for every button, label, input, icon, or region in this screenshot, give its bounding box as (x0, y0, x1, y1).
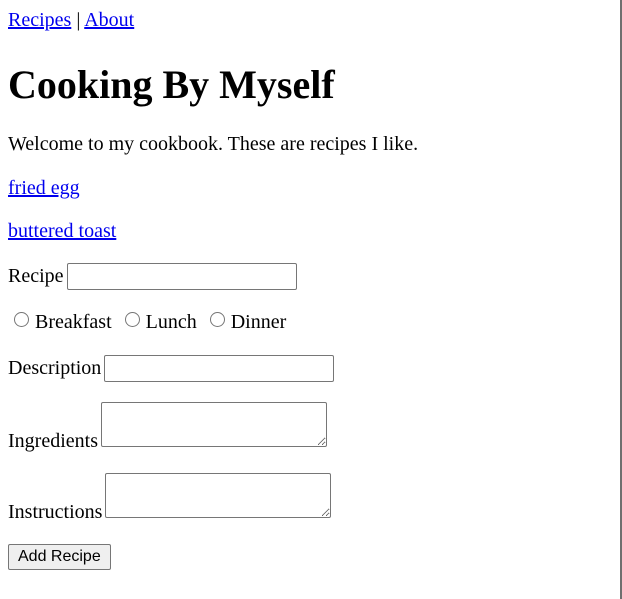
recipe-input[interactable] (66, 263, 297, 290)
instructions-field-row: Instructions (8, 473, 332, 524)
meal-radio-dinner[interactable] (209, 312, 225, 327)
instructions-textarea[interactable] (105, 473, 332, 518)
nav-link-about[interactable]: About (84, 9, 134, 31)
ingredients-label: Ingredients (8, 430, 98, 452)
meal-label-dinner: Dinner (230, 311, 287, 333)
ingredients-field-row: Ingredients (8, 402, 327, 453)
nav-separator: | (76, 9, 81, 31)
recipe-field-row: Recipe (8, 263, 297, 290)
instructions-label: Instructions (8, 501, 103, 523)
add-recipe-button[interactable]: Add Recipe (8, 544, 111, 570)
nav-link-recipes[interactable]: Recipes (8, 9, 71, 31)
description-label: Description (8, 356, 102, 379)
recipe-link-buttered-toast[interactable]: buttered toast (8, 219, 116, 243)
page-title: Cooking By Myself (8, 62, 335, 107)
meal-label-lunch: Lunch (145, 311, 197, 333)
meal-radio-group: Breakfast Lunch Dinner (8, 310, 288, 334)
top-nav: Recipes | About (8, 8, 134, 32)
meal-radio-lunch[interactable] (124, 312, 140, 327)
meal-label-breakfast: Breakfast (35, 311, 112, 333)
intro-text: Welcome to my cookbook. These are recipe… (8, 133, 419, 155)
meal-radio-breakfast[interactable] (14, 312, 29, 327)
description-field-row: Description (8, 355, 335, 382)
ingredients-textarea[interactable] (100, 402, 327, 447)
recipe-link-fried-egg[interactable]: fried egg (8, 176, 80, 200)
description-input[interactable] (104, 355, 335, 382)
recipe-label: Recipe (8, 264, 64, 287)
